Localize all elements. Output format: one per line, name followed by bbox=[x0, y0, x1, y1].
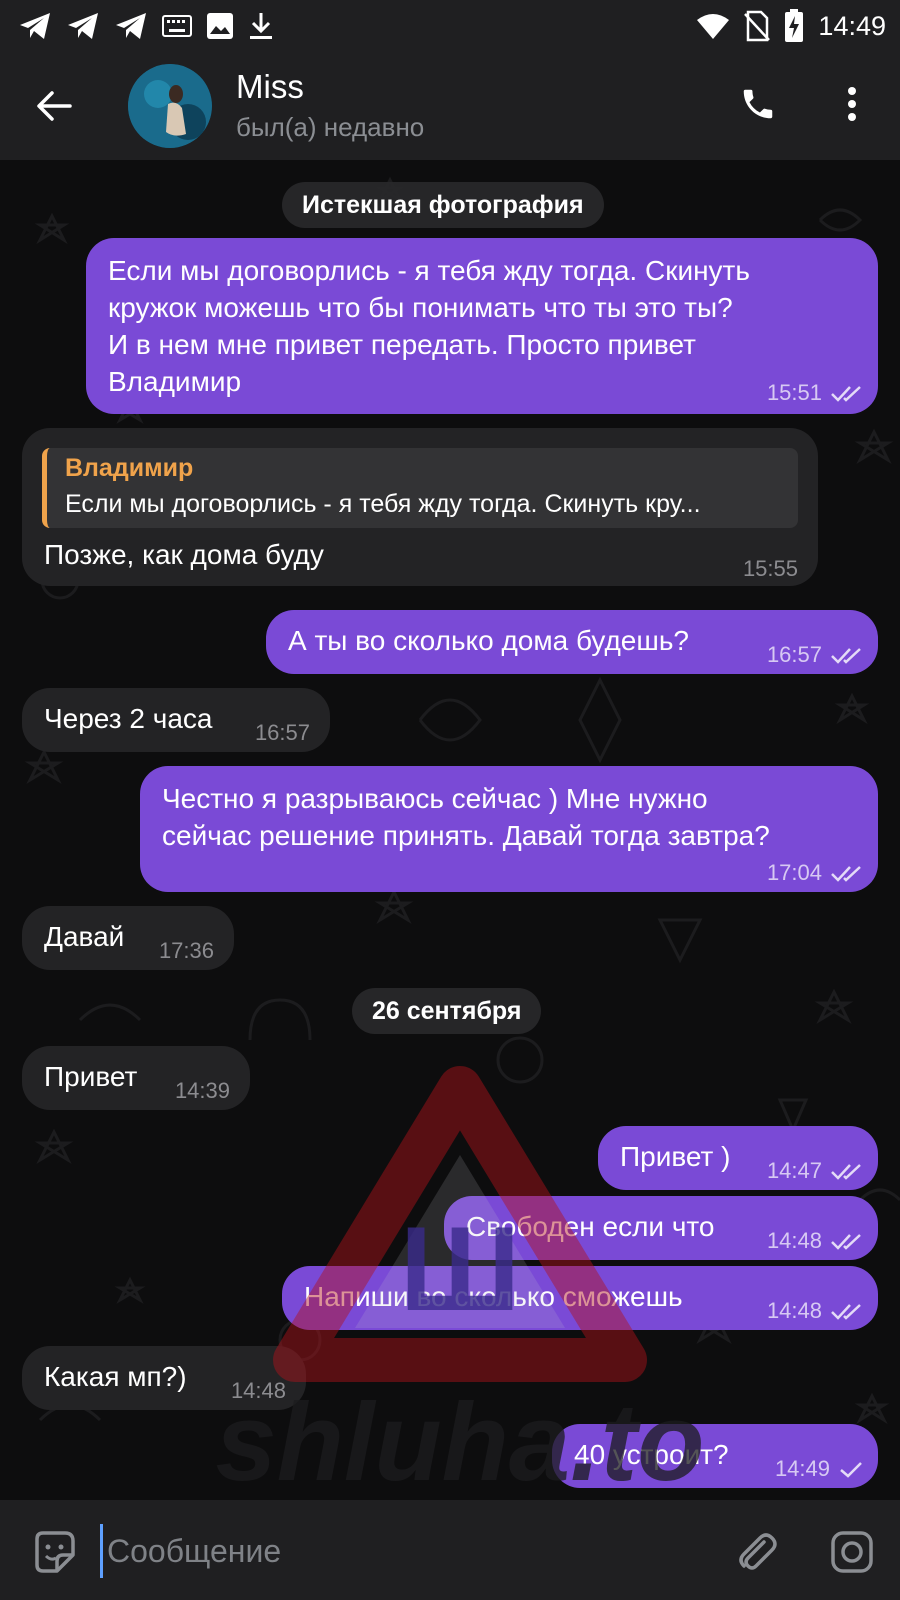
image-icon bbox=[207, 13, 233, 39]
message-time: 14:48 bbox=[230, 1378, 286, 1403]
date-divider: 26 сентября bbox=[352, 988, 542, 1034]
keyboard-icon bbox=[162, 15, 192, 37]
message-outgoing[interactable]: 40 устроит? 14:49 bbox=[552, 1424, 878, 1488]
phone-icon bbox=[743, 89, 773, 119]
service-message-expired-photo: Истекшая фотография bbox=[282, 182, 604, 228]
message-outgoing[interactable]: Привет ) 14:47 bbox=[598, 1126, 878, 1190]
message-meta: 17:04 bbox=[767, 860, 864, 886]
more-options-button[interactable] bbox=[826, 78, 878, 130]
double-check-icon bbox=[831, 386, 861, 402]
message-time: 15:55 bbox=[742, 556, 798, 581]
message-meta: 14:48 bbox=[231, 1378, 286, 1404]
message-time: 16:57 bbox=[766, 642, 822, 667]
message-outgoing[interactable]: Если мы договорлись - я тебя жду тогда. … bbox=[86, 238, 878, 414]
double-check-icon bbox=[831, 866, 861, 882]
no-sim-icon bbox=[744, 10, 771, 42]
message-outgoing[interactable]: Свободен если что 14:48 bbox=[444, 1196, 878, 1260]
message-text: Свободен если что bbox=[466, 1211, 715, 1242]
attach-button[interactable] bbox=[730, 1526, 782, 1578]
emoji-button[interactable] bbox=[28, 1526, 80, 1578]
contact-name[interactable]: Miss bbox=[236, 68, 304, 106]
message-meta: 16:57 bbox=[767, 642, 864, 668]
message-meta: 17:36 bbox=[159, 938, 214, 964]
message-time: 14:47 bbox=[766, 1158, 822, 1183]
telegram-icon bbox=[20, 13, 50, 39]
message-text: Привет ) bbox=[620, 1141, 731, 1172]
message-time: 17:04 bbox=[766, 860, 822, 885]
message-time: 15:51 bbox=[766, 380, 822, 405]
message-outgoing[interactable]: Напиши во сколько сможешь 14:48 bbox=[282, 1266, 878, 1330]
double-check-icon bbox=[831, 1304, 861, 1320]
message-time: 17:36 bbox=[158, 938, 214, 963]
double-check-icon bbox=[831, 648, 861, 664]
download-icon bbox=[250, 13, 272, 39]
message-text: 40 устроит? bbox=[574, 1439, 729, 1470]
message-text: Какая мп?) bbox=[44, 1361, 187, 1392]
message-text: Если мы договорлись - я тебя жду тогда. … bbox=[108, 255, 750, 397]
system-icons: 14:49 bbox=[696, 8, 886, 44]
message-input-bar bbox=[0, 1500, 900, 1600]
call-button[interactable] bbox=[732, 78, 784, 130]
telegram-icon bbox=[68, 13, 98, 39]
avatar-photo bbox=[128, 64, 212, 148]
message-meta: 15:51 bbox=[767, 380, 864, 406]
message-incoming[interactable]: Давай 17:36 bbox=[22, 906, 234, 970]
message-text: Позже, как дома буду bbox=[44, 539, 324, 570]
message-time: 14:39 bbox=[174, 1078, 230, 1103]
message-time: 14:48 bbox=[766, 1228, 822, 1253]
camera-button[interactable] bbox=[826, 1526, 878, 1578]
chat-area[interactable]: Истекшая фотография Если мы договорлись … bbox=[0, 160, 900, 1500]
sticker-icon bbox=[35, 1531, 75, 1573]
message-text: Напиши во сколько сможешь bbox=[304, 1281, 683, 1312]
check-icon bbox=[840, 1462, 862, 1478]
reply-text: Если мы договорлись - я тебя жду тогда. … bbox=[65, 490, 701, 518]
double-check-icon bbox=[831, 1234, 861, 1250]
avatar[interactable] bbox=[128, 64, 212, 148]
battery-charging-icon bbox=[785, 9, 804, 42]
message-meta: 16:57 bbox=[255, 720, 310, 746]
message-outgoing[interactable]: А ты во сколько дома будешь? 16:57 bbox=[266, 610, 878, 674]
wifi-icon bbox=[697, 14, 730, 39]
notification-icons bbox=[18, 8, 274, 44]
arrow-left-icon bbox=[37, 91, 72, 121]
message-incoming[interactable]: Привет 14:39 bbox=[22, 1046, 250, 1110]
message-meta: 14:49 bbox=[775, 1456, 864, 1482]
message-text: Давай bbox=[44, 921, 125, 952]
message-text: Честно я разрываюсь сейчас ) Мне нужно с… bbox=[162, 783, 770, 851]
message-incoming[interactable]: Владимир Если мы договорлись - я тебя жд… bbox=[22, 428, 818, 586]
telegram-icon bbox=[116, 13, 146, 39]
reply-quote[interactable]: Владимир Если мы договорлись - я тебя жд… bbox=[42, 448, 798, 528]
paperclip-icon bbox=[739, 1533, 777, 1570]
contact-last-seen: был(а) недавно bbox=[236, 112, 425, 142]
message-meta: 14:48 bbox=[767, 1298, 864, 1324]
message-incoming[interactable]: Какая мп?) 14:48 bbox=[22, 1346, 306, 1410]
instagram-camera-icon bbox=[831, 1531, 873, 1573]
clock: 14:49 bbox=[818, 10, 886, 41]
status-bar: 14:49 bbox=[0, 0, 900, 52]
message-text: А ты во сколько дома будешь? bbox=[288, 625, 689, 656]
message-time: 14:48 bbox=[766, 1298, 822, 1323]
reply-author: Владимир bbox=[65, 454, 194, 482]
message-outgoing[interactable]: Честно я разрываюсь сейчас ) Мне нужно с… bbox=[140, 766, 878, 892]
message-meta: 14:48 bbox=[767, 1228, 864, 1254]
message-time: 16:57 bbox=[254, 720, 310, 745]
message-meta: 14:47 bbox=[767, 1158, 864, 1184]
back-button[interactable] bbox=[30, 82, 78, 130]
message-incoming[interactable]: Через 2 часа 16:57 bbox=[22, 688, 330, 752]
message-meta: 15:55 bbox=[743, 556, 798, 582]
message-time: 14:49 bbox=[774, 1456, 830, 1481]
double-check-icon bbox=[831, 1164, 861, 1180]
message-text: Привет bbox=[44, 1061, 138, 1092]
message-meta: 14:39 bbox=[175, 1078, 230, 1104]
message-text: Через 2 часа bbox=[44, 703, 213, 734]
chat-header: Miss был(а) недавно bbox=[0, 52, 900, 160]
message-input[interactable] bbox=[100, 1524, 700, 1578]
more-vertical-icon bbox=[848, 87, 856, 121]
